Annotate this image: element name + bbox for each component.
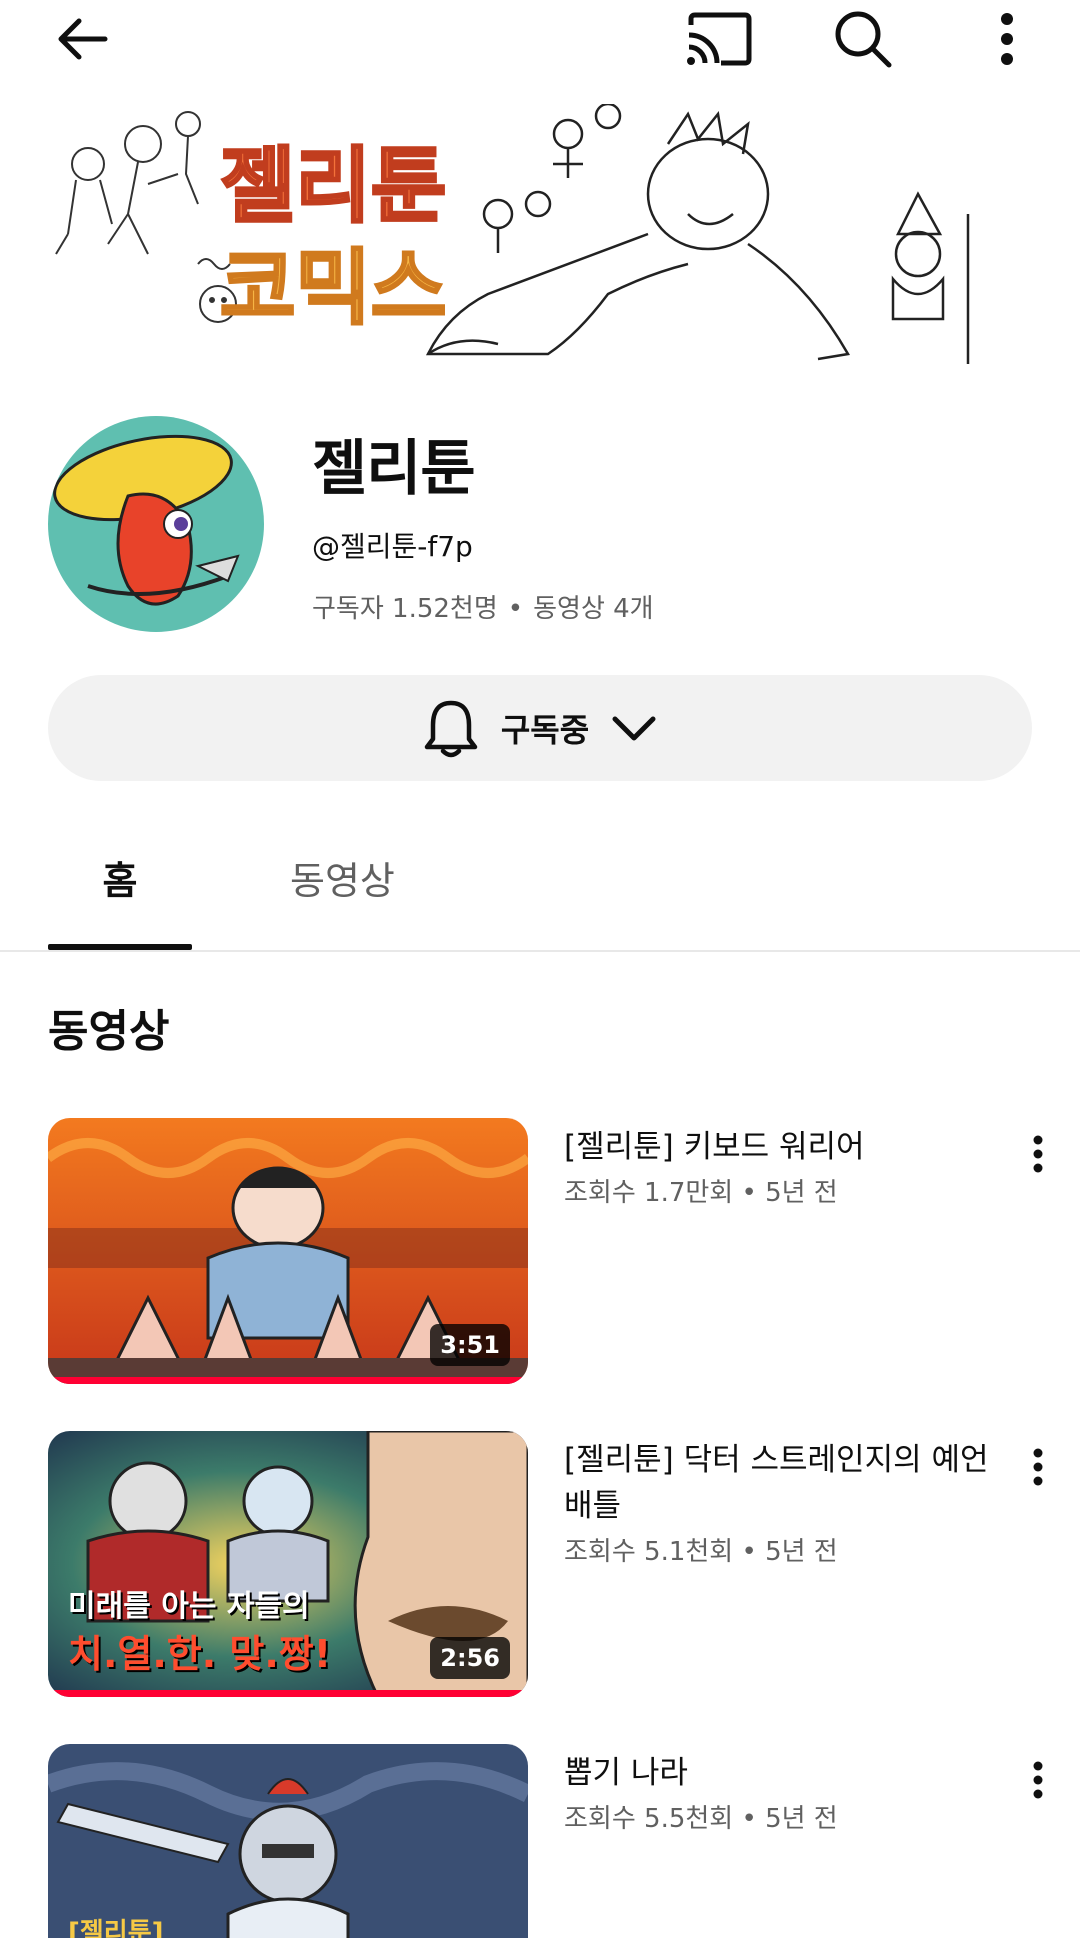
search-icon bbox=[835, 11, 892, 68]
more-options-button[interactable] bbox=[972, 4, 1042, 74]
thumbnail-tag: [젤리툰] bbox=[68, 1918, 164, 1938]
back-button[interactable] bbox=[48, 4, 118, 74]
tab-home[interactable]: 홈 bbox=[48, 850, 192, 905]
search-button[interactable] bbox=[828, 4, 898, 74]
video-meta: 조회수 1.7만회 • 5년 전 bbox=[564, 1178, 838, 1208]
video-thumbnail[interactable]: 3:51 bbox=[48, 1118, 528, 1384]
channel-banner: 젤리툰 코믹스 bbox=[48, 104, 1032, 382]
more-vertical-icon bbox=[1033, 1448, 1043, 1486]
video-more-button[interactable] bbox=[1008, 1750, 1068, 1810]
video-title[interactable]: [젤리툰] 닥터 스트레인지의 예언 배틀 bbox=[564, 1437, 994, 1529]
video-duration: 3:51 bbox=[430, 1324, 510, 1366]
channel-tabs: 홈 동영상 bbox=[0, 820, 1080, 952]
cast-icon bbox=[687, 12, 752, 66]
video-item[interactable]: 3:51 [젤리툰] 키보드 워리어 조회수 1.7만회 • 5년 전 bbox=[0, 1118, 1080, 1388]
video-more-button[interactable] bbox=[1008, 1124, 1068, 1184]
video-title[interactable]: [젤리툰] 키보드 워리어 bbox=[564, 1124, 994, 1170]
section-title: 동영상 bbox=[48, 1006, 170, 1057]
tab-videos[interactable]: 동영상 bbox=[290, 850, 395, 905]
more-vertical-icon bbox=[1033, 1135, 1043, 1173]
video-thumbnail[interactable]: [젤리툰] bbox=[48, 1744, 528, 1938]
stats-separator: • bbox=[507, 594, 524, 624]
subscriber-count: 구독자 1.52천명 bbox=[312, 594, 498, 624]
video-meta: 조회수 5.1천회 • 5년 전 bbox=[564, 1537, 838, 1567]
watch-progress-bar bbox=[48, 1377, 528, 1384]
thumbnail-caption-line2: 치.열.한. 맞.짱! bbox=[68, 1632, 332, 1676]
video-duration: 2:56 bbox=[430, 1637, 510, 1679]
thumbnail-caption-line1: 미래를 아는 자들의 bbox=[68, 1589, 310, 1624]
video-title[interactable]: 뽑기 나라 bbox=[564, 1750, 994, 1796]
subscribed-button[interactable]: 구독중 bbox=[48, 675, 1032, 781]
channel-name: 젤리툰 bbox=[312, 434, 476, 504]
chevron-down-icon bbox=[612, 716, 656, 741]
banner-title-line1: 젤리툰 bbox=[220, 139, 446, 234]
banner-title-line2: 코믹스 bbox=[220, 241, 446, 336]
video-item[interactable]: [젤리툰] 뽑기 나라 조회수 5.5천회 • 5년 전 bbox=[0, 1744, 1080, 1938]
video-count: 동영상 4개 bbox=[533, 594, 654, 624]
video-more-button[interactable] bbox=[1008, 1437, 1068, 1497]
more-vertical-icon bbox=[1001, 13, 1013, 65]
arrow-back-icon bbox=[58, 18, 108, 60]
channel-avatar[interactable] bbox=[48, 416, 264, 632]
top-app-bar bbox=[0, 0, 1080, 78]
video-meta: 조회수 5.5천회 • 5년 전 bbox=[564, 1804, 838, 1834]
subscribed-label: 구독중 bbox=[500, 711, 590, 749]
more-vertical-icon bbox=[1033, 1761, 1043, 1799]
channel-stats: 구독자 1.52천명 • 동영상 4개 bbox=[312, 588, 654, 625]
watch-progress-bar bbox=[48, 1690, 528, 1697]
video-item[interactable]: 미래를 아는 자들의 치.열.한. 맞.짱! 2:56 [젤리툰] 닥터 스트레… bbox=[0, 1431, 1080, 1701]
bell-icon bbox=[424, 700, 478, 758]
active-tab-indicator bbox=[48, 944, 192, 950]
channel-handle: @젤리툰-f7p bbox=[312, 530, 473, 563]
video-thumbnail[interactable]: 미래를 아는 자들의 치.열.한. 맞.짱! 2:56 bbox=[48, 1431, 528, 1697]
cast-button[interactable] bbox=[684, 4, 754, 74]
